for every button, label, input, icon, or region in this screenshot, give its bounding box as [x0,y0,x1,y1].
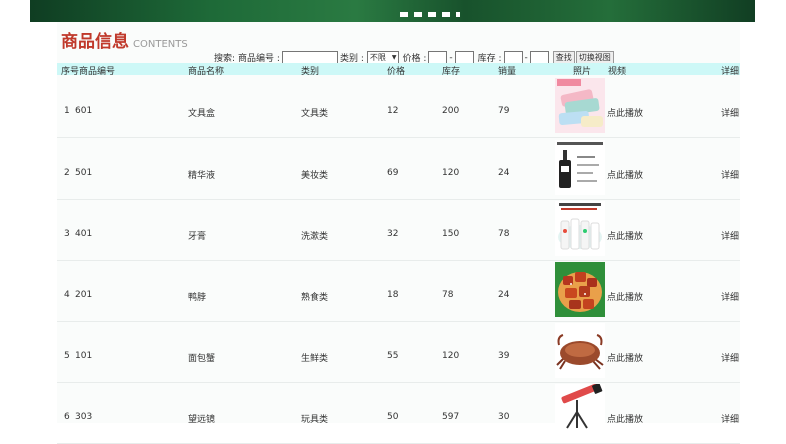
cell-detail-link[interactable]: 详细 [721,106,739,119]
cell-sales: 24 [498,290,510,300]
table-row: 4 201 鸭脖 熟食类 18 78 24 点此播放 详细 [57,260,740,322]
cell-seq: 6 [64,412,70,422]
table-row: 6 303 望远镜 玩具类 50 597 30 点此播放 详细 [57,382,740,444]
cell-name: 牙膏 [188,232,207,242]
crab-photo[interactable] [555,323,605,378]
cell-video-link[interactable]: 点此播放 [607,351,643,364]
cell-product-no: 303 [75,412,93,422]
banner-decoration [400,12,460,17]
cell-stock: 78 [442,290,454,300]
table-row: 3 401 牙膏 洗漱类 32 150 78 点此播放 详细 [57,199,740,261]
toothpaste-photo[interactable] [555,201,605,256]
cell-detail-link[interactable]: 详细 [721,229,739,242]
cell-name: 望远镜 [188,415,216,425]
cell-seq: 2 [64,168,70,178]
table-row: 5 101 面包蟹 生鲜类 55 120 39 点此播放 详细 [57,321,740,383]
page-subtitle: CONTENTS [133,39,188,50]
cell-name: 精华液 [188,171,216,181]
cell-detail-link[interactable]: 详细 [721,412,739,425]
cell-sales: 30 [498,412,510,422]
cell-name: 面包蟹 [188,354,216,364]
cell-sales: 79 [498,106,510,116]
telescope-photo[interactable] [555,384,605,439]
cell-name: 文具盒 [188,109,216,119]
category-select-value: 不限 [369,53,386,62]
cell-video-link[interactable]: 点此播放 [607,106,643,119]
duck-neck-photo[interactable] [555,262,605,317]
cell-seq: 3 [64,229,70,239]
cell-seq: 5 [64,351,70,361]
cell-price: 69 [387,168,399,178]
pencil-case-photo[interactable] [555,78,605,133]
cell-detail-link[interactable]: 详细 [721,168,739,181]
cell-stock: 200 [442,106,460,116]
cell-video-link[interactable]: 点此播放 [607,290,643,303]
cell-product-no: 201 [75,290,93,300]
cell-sales: 78 [498,229,510,239]
cell-category: 文具类 [301,109,329,119]
cell-detail-link[interactable]: 详细 [721,351,739,364]
cell-video-link[interactable]: 点此播放 [607,229,643,242]
cell-video-link[interactable]: 点此播放 [607,168,643,181]
table-row: 2 501 精华液 美妆类 69 120 24 点此播放 详细 [57,138,740,200]
cell-price: 32 [387,229,399,239]
stock-dash: - [524,52,528,63]
cell-product-no: 401 [75,229,93,239]
cell-stock: 150 [442,229,460,239]
cell-product-no: 501 [75,168,93,178]
cell-detail-link[interactable]: 详细 [721,290,739,303]
cell-stock: 120 [442,168,460,178]
cell-product-no: 601 [75,106,93,116]
cell-price: 50 [387,412,399,422]
table-row: 1 601 文具盒 文具类 12 200 79 点此播放 详细 [57,76,740,138]
page-title-text: 商品信息 [61,32,129,52]
cell-category: 玩具类 [301,415,329,425]
cell-seq: 1 [64,106,70,116]
cell-price: 18 [387,290,399,300]
cell-stock: 120 [442,351,460,361]
cell-category: 熟食类 [301,293,329,303]
cell-stock: 597 [442,412,460,422]
cell-product-no: 101 [75,351,93,361]
top-banner [30,0,755,22]
cell-price: 12 [387,106,399,116]
price-dash: - [449,52,453,63]
cell-seq: 4 [64,290,70,300]
table-header: 序号商品编号 商品名称 类别 价格 库存 销量 照片 视频 详细 [57,63,740,77]
cell-category: 洗漱类 [301,232,329,242]
cell-category: 生鲜类 [301,354,329,364]
serum-photo[interactable] [555,140,605,195]
cell-category: 美妆类 [301,171,329,181]
cell-price: 55 [387,351,399,361]
cell-sales: 39 [498,351,510,361]
dropdown-arrow-icon: ▼ [391,54,397,61]
cell-video-link[interactable]: 点此播放 [607,412,643,425]
cell-sales: 24 [498,168,510,178]
cell-name: 鸭脖 [188,293,207,303]
page-title: 商品信息 CONTENTS [61,27,188,52]
